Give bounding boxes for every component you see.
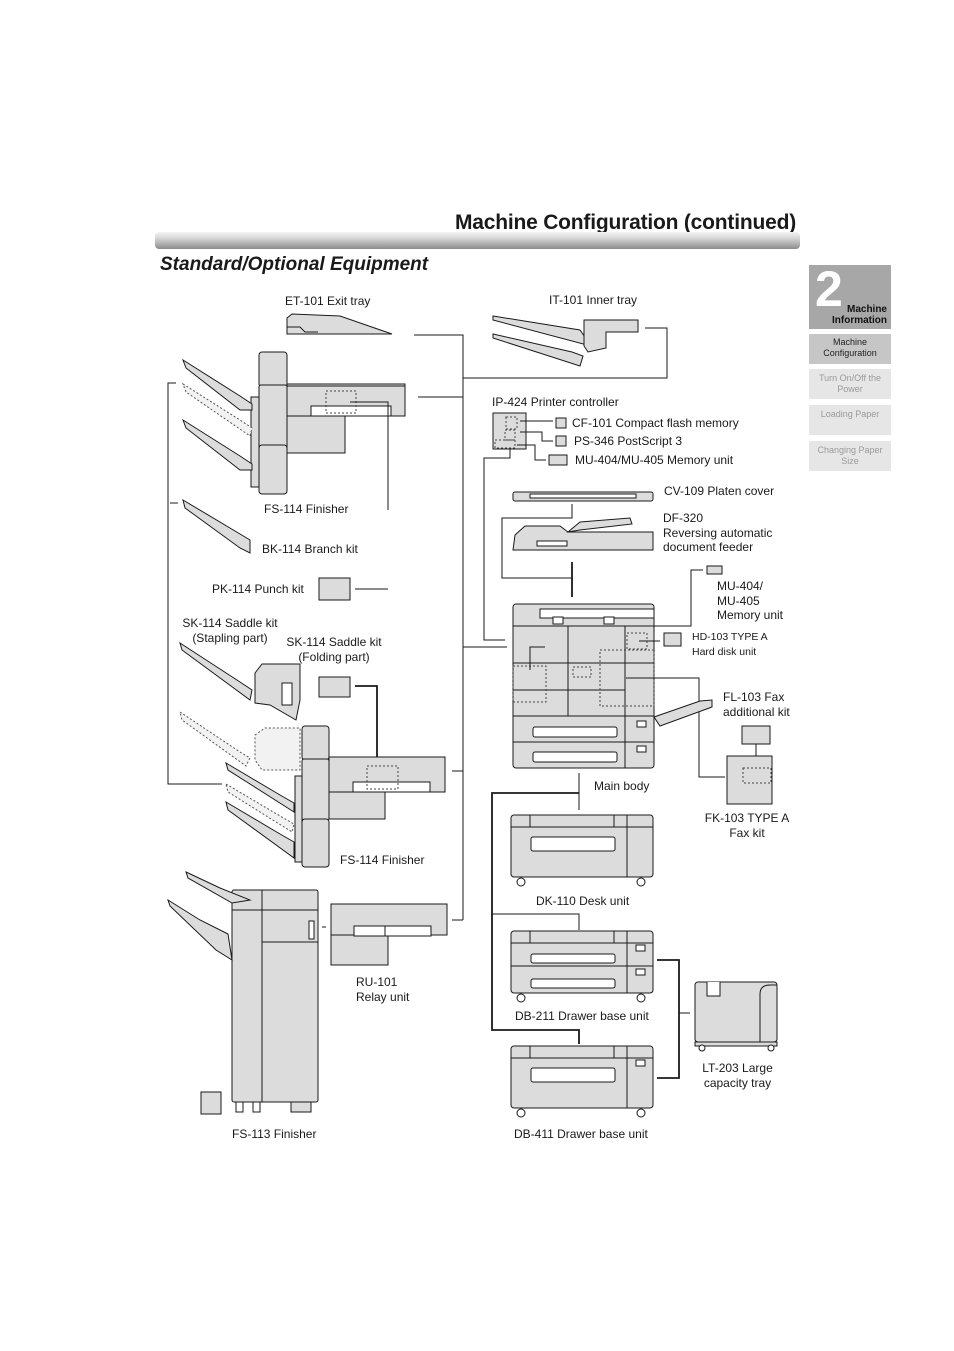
label-fs114-finisher-top: FS-114 Finisher [264,502,349,516]
label-mu404-memory-body: MU-404/ MU-405 Memory unit [717,579,784,622]
et101-exit-tray-illustration [286,313,393,335]
label-mu404-memory-controller: MU-404/MU-405 Memory unit [575,453,734,467]
label-db411-drawer-base: DB-411 Drawer base unit [514,1127,648,1141]
equipment-diagram: .f{fill:#dcdcdc;stroke:#1a1a1a;stroke-wi… [167,313,778,1118]
fs114-finisher-top-illustration [182,351,406,510]
lt203-large-capacity-tray-illustration [694,981,778,1052]
label-db211-drawer-base: DB-211 Drawer base unit [515,1009,649,1023]
label-main-body: Main body [594,779,650,793]
df320-adf-illustration [512,517,654,551]
dk110-desk-unit-illustration [510,814,654,887]
db211-drawer-base-illustration [510,930,654,1003]
label-it101-inner-tray: IT-101 Inner tray [549,293,638,307]
label-fs113-finisher: FS-113 Finisher [232,1127,317,1141]
label-ip424-printer-controller: IP-424 Printer controller [492,395,619,409]
label-hd103-hard-disk: HD-103 TYPE A Hard disk unit [692,631,768,658]
it101-inner-tray-illustration [492,315,639,367]
hd103-hard-disk-illustration [663,632,682,647]
label-dk110-desk-unit: DK-110 Desk unit [536,894,630,908]
label-ru101-relay-unit: RU-101 Relay unit [356,975,410,1004]
fk103-fax-kit-illustration [726,755,773,805]
label-fs114-finisher-bottom: FS-114 Finisher [340,853,425,867]
db411-drawer-base-illustration [510,1045,654,1118]
label-sk114-folding: SK-114 Saddle kit (Folding part) [286,635,382,664]
mu404-body-illustration [706,565,723,575]
label-pk114-punch-kit: PK-114 Punch kit [212,582,304,596]
label-sk114-stapling: SK-114 Saddle kit (Stapling part) [182,616,278,645]
fl103-fax-kit-illustration [741,725,771,745]
sk114-folding-part-illustration [318,676,351,698]
bk114-branch-kit-illustration [182,498,251,554]
label-fl103-fax-additional-kit: FL-103 Fax additional kit [723,690,790,719]
label-cf101-compact-flash: CF-101 Compact flash memory [572,416,739,430]
label-cv109-platen-cover: CV-109 Platen cover [664,484,775,498]
label-lt203-large-capacity-tray: LT-203 Large capacity tray [702,1061,773,1090]
fs113-finisher-illustration [167,871,319,1115]
label-bk114-branch-kit: BK-114 Branch kit [262,542,358,556]
label-fk103-fax-kit: FK-103 TYPE A Fax kit [704,811,790,840]
label-df320-adf: DF-320 Reversing automatic document feed… [663,511,773,554]
pk114-punch-kit-illustration [318,577,351,601]
label-ps346-postscript: PS-346 PostScript 3 [574,434,683,448]
ru101-relay-unit-illustration [322,903,463,966]
label-et101-exit-tray: ET-101 Exit tray [285,294,371,308]
